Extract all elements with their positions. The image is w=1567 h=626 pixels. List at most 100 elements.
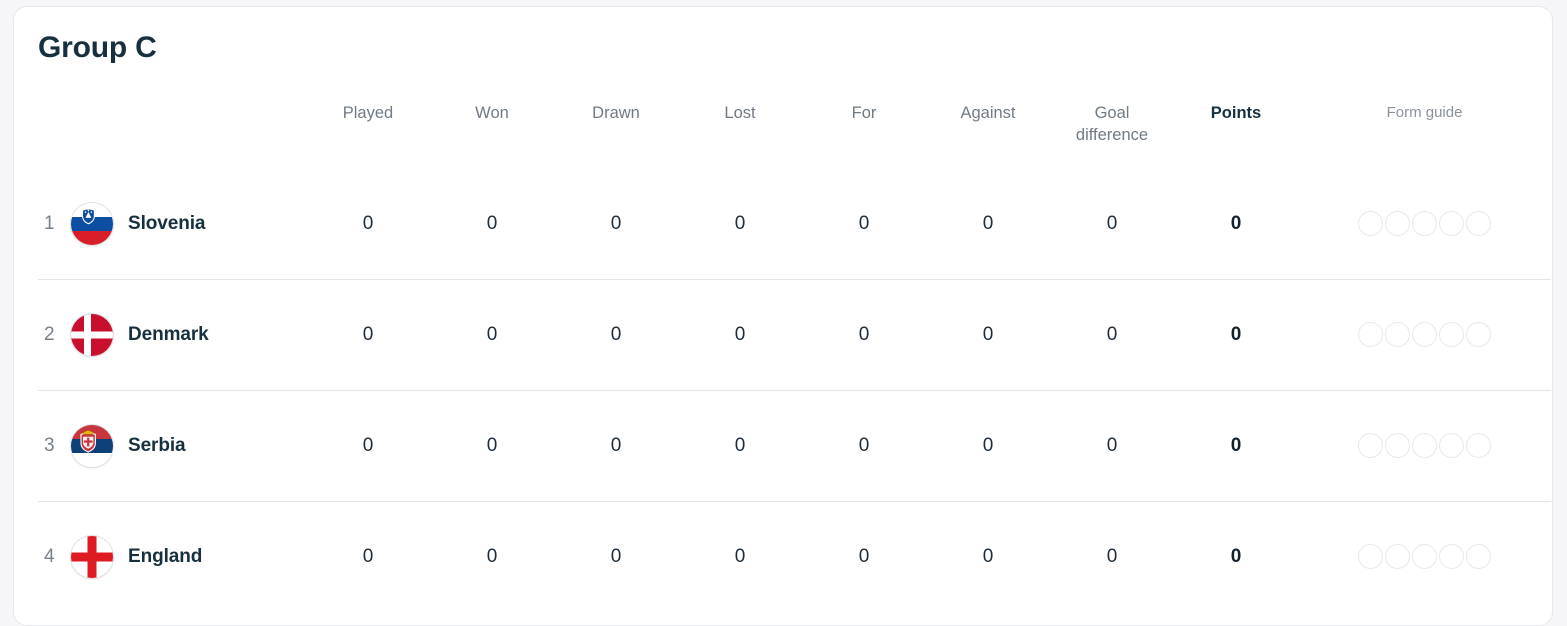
form-result-dot[interactable] [1385,322,1410,348]
played-cell: 0 [362,212,374,234]
form-result-dot[interactable] [1385,433,1410,459]
standings-table-body: 1 Slovenia 0 0 0 0 0 0 0 0 2 Denmark 0 0 0 0 0 0 0 0 3 [38,169,1551,612]
form-result-dot[interactable] [1412,544,1437,570]
goal-difference-cell: 0 [1050,500,1174,612]
team-inner: Serbia [71,424,305,467]
column-header-team [70,103,306,169]
form-result-dot[interactable] [1385,544,1410,570]
form-result-dot[interactable] [1412,322,1437,348]
form-result-dot[interactable] [1439,544,1464,570]
drawn-cell: 0 [610,212,622,234]
goal-difference-cell: 0 [1050,278,1174,391]
column-header-for: For [851,104,877,122]
form-guide-list [1299,211,1550,237]
form-result-dot[interactable] [1466,433,1491,459]
column-header-lost: Lost [724,104,756,122]
team-cell[interactable]: Slovenia [70,169,306,280]
column-header-rank [38,103,70,169]
standings-table: Played Won Drawn Lost For Against Goal d… [38,103,1551,612]
serbia-flag [71,424,113,467]
lost-cell: 0 [734,212,746,234]
denmark-flag [71,313,113,356]
goal-difference-line-1: Goal [1094,104,1130,122]
goal-difference-cell: 0 [1106,212,1118,234]
rank-cell: 1 [44,212,55,234]
form-result-dot[interactable] [1358,433,1383,459]
form-guide-cell [1298,389,1551,502]
standings-table-head: Played Won Drawn Lost For Against Goal d… [38,103,1551,169]
for-cell: 0 [802,389,926,502]
team-cell[interactable]: Serbia [70,389,306,502]
form-guide-list [1299,433,1550,459]
form-result-dot[interactable] [1439,433,1464,459]
against-cell: 0 [926,500,1050,612]
table-row[interactable]: 3 Serbia 0 0 0 0 0 0 0 0 [38,389,1551,502]
table-row[interactable]: 4 England 0 0 0 0 0 0 0 0 [38,500,1551,612]
for-cell: 0 [858,212,870,234]
lost-cell: 0 [678,389,802,502]
for-cell: 0 [802,278,926,391]
goal-difference-line-2: difference [1075,125,1149,144]
form-guide-list [1299,544,1550,570]
points-cell: 0 [1174,500,1298,612]
won-cell: 0 [430,500,554,612]
form-result-dot[interactable] [1466,544,1491,570]
form-result-dot[interactable] [1358,322,1383,348]
form-result-dot[interactable] [1412,433,1437,459]
rank-cell: 4 [38,500,70,612]
team-name: Serbia [128,434,186,456]
form-guide-cell [1298,169,1551,280]
column-header-points: Points [1210,104,1262,122]
won-cell: 0 [486,212,498,234]
team-inner: England [71,535,305,578]
column-header-won: Won [475,104,509,122]
team-inner: Denmark [71,313,305,356]
page-title: Group C [38,31,157,64]
form-result-dot[interactable] [1358,211,1383,237]
column-header-played: Played [342,104,394,122]
points-cell: 0 [1174,278,1298,391]
column-header-against: Against [960,104,1016,122]
column-header-drawn: Drawn [592,104,640,122]
team-name: Slovenia [128,212,206,234]
form-result-dot[interactable] [1439,322,1464,348]
form-guide-cell [1298,278,1551,391]
team-name: Denmark [128,323,209,345]
rank-cell: 3 [38,389,70,502]
england-flag [71,535,113,578]
table-row[interactable]: 1 Slovenia 0 0 0 0 0 0 0 0 [38,169,1551,280]
for-cell: 0 [802,500,926,612]
against-cell: 0 [982,212,994,234]
table-row[interactable]: 2 Denmark 0 0 0 0 0 0 0 0 [38,278,1551,391]
form-guide-list [1299,322,1550,348]
form-result-dot[interactable] [1358,544,1383,570]
lost-cell: 0 [678,278,802,391]
played-cell: 0 [306,389,430,502]
played-cell: 0 [306,500,430,612]
form-result-dot[interactable] [1412,211,1437,237]
form-result-dot[interactable] [1385,211,1410,237]
won-cell: 0 [430,278,554,391]
drawn-cell: 0 [554,500,678,612]
played-cell: 0 [306,278,430,391]
team-cell[interactable]: Denmark [70,278,306,391]
form-result-dot[interactable] [1466,211,1491,237]
form-guide-cell [1298,500,1551,612]
points-cell: 0 [1174,389,1298,502]
won-cell: 0 [430,389,554,502]
drawn-cell: 0 [554,389,678,502]
team-cell[interactable]: England [70,500,306,612]
standings-table-wrap: Played Won Drawn Lost For Against Goal d… [38,103,1551,612]
form-result-dot[interactable] [1439,211,1464,237]
points-cell: 0 [1230,212,1242,234]
team-inner: Slovenia [71,202,305,245]
drawn-cell: 0 [554,278,678,391]
form-result-dot[interactable] [1466,322,1491,348]
group-standings-card: Group C Played Won Drawn Lost For Agains… [13,6,1553,626]
against-cell: 0 [926,389,1050,502]
against-cell: 0 [926,278,1050,391]
team-name: England [128,545,203,567]
goal-difference-cell: 0 [1050,389,1174,502]
column-header-goal-difference: Goal difference [1050,103,1174,169]
header-row: Played Won Drawn Lost For Against Goal d… [38,103,1551,169]
